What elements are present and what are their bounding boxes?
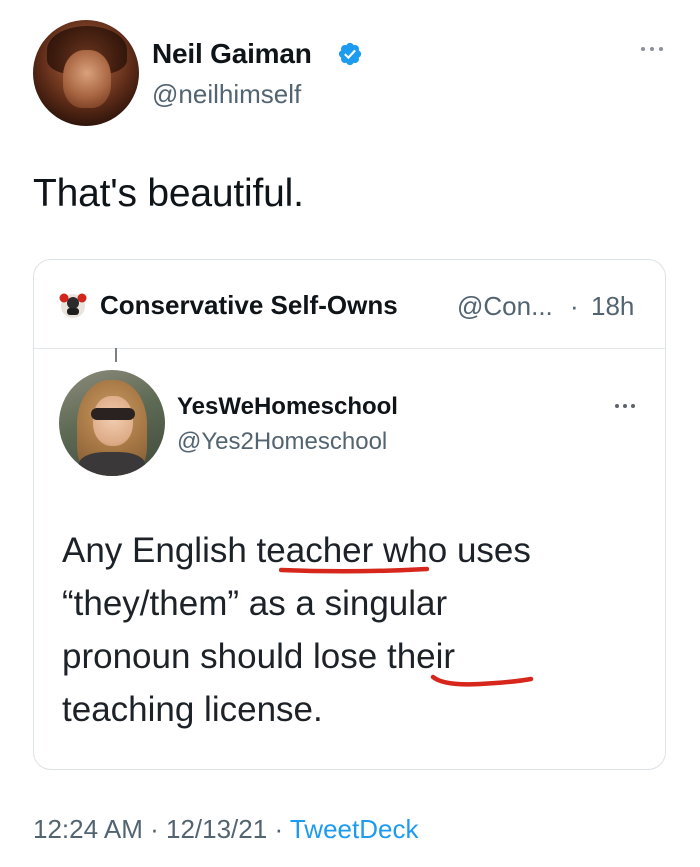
timestamp-sep: · [150, 814, 166, 844]
quoted-author-name[interactable]: Conservative Self-Owns [100, 290, 398, 321]
red-underline-teacher [279, 566, 429, 574]
embedded-display-name: YesWeHomeschool [177, 393, 398, 420]
quoted-author-avatar-icon [59, 293, 87, 318]
timestamp-date[interactable]: 12/13/21 [166, 814, 267, 844]
tweet-source-link[interactable]: TweetDeck [290, 814, 419, 844]
avatar-face [63, 50, 111, 108]
embedded-text-line: “they/them” as a singular [62, 584, 448, 623]
image-crop-mark [115, 348, 117, 362]
tweet-timestamp: 12:24 AM · 12/13/21 · TweetDeck [33, 814, 418, 845]
quoted-tweet-card[interactable]: Conservative Self-Owns @Con... · 18h Yes… [33, 259, 666, 770]
embedded-more-options-icon [615, 404, 635, 408]
more-options-icon[interactable] [640, 44, 664, 54]
author-display-name[interactable]: Neil Gaiman [152, 38, 312, 70]
embedded-avatar-sunglasses [91, 408, 135, 420]
embedded-avatar-face [93, 396, 133, 446]
red-underline-their [430, 674, 534, 687]
embedded-avatar-shirt [79, 452, 145, 476]
embedded-text-line: teaching license. [62, 690, 323, 729]
embedded-tweet-text: Any English teacher who uses “they/them”… [62, 524, 531, 736]
embedded-author-avatar [59, 370, 165, 476]
timestamp-time[interactable]: 12:24 AM [33, 814, 143, 844]
separator-dot: · [570, 291, 579, 321]
tweet-text: That's beautiful. [33, 172, 304, 215]
timestamp-sep: · [274, 814, 290, 844]
quoted-author-handle[interactable]: @Con... [457, 291, 553, 322]
quoted-time-ago[interactable]: 18h [591, 291, 634, 322]
embedded-handle: @Yes2Homeschool [177, 428, 388, 455]
quoted-header-divider [34, 348, 665, 349]
author-avatar[interactable] [33, 20, 139, 126]
author-handle[interactable]: @neilhimself [152, 79, 301, 110]
verified-badge-icon [338, 42, 362, 66]
quoted-tweet-header: Conservative Self-Owns @Con... · 18h [34, 260, 665, 348]
